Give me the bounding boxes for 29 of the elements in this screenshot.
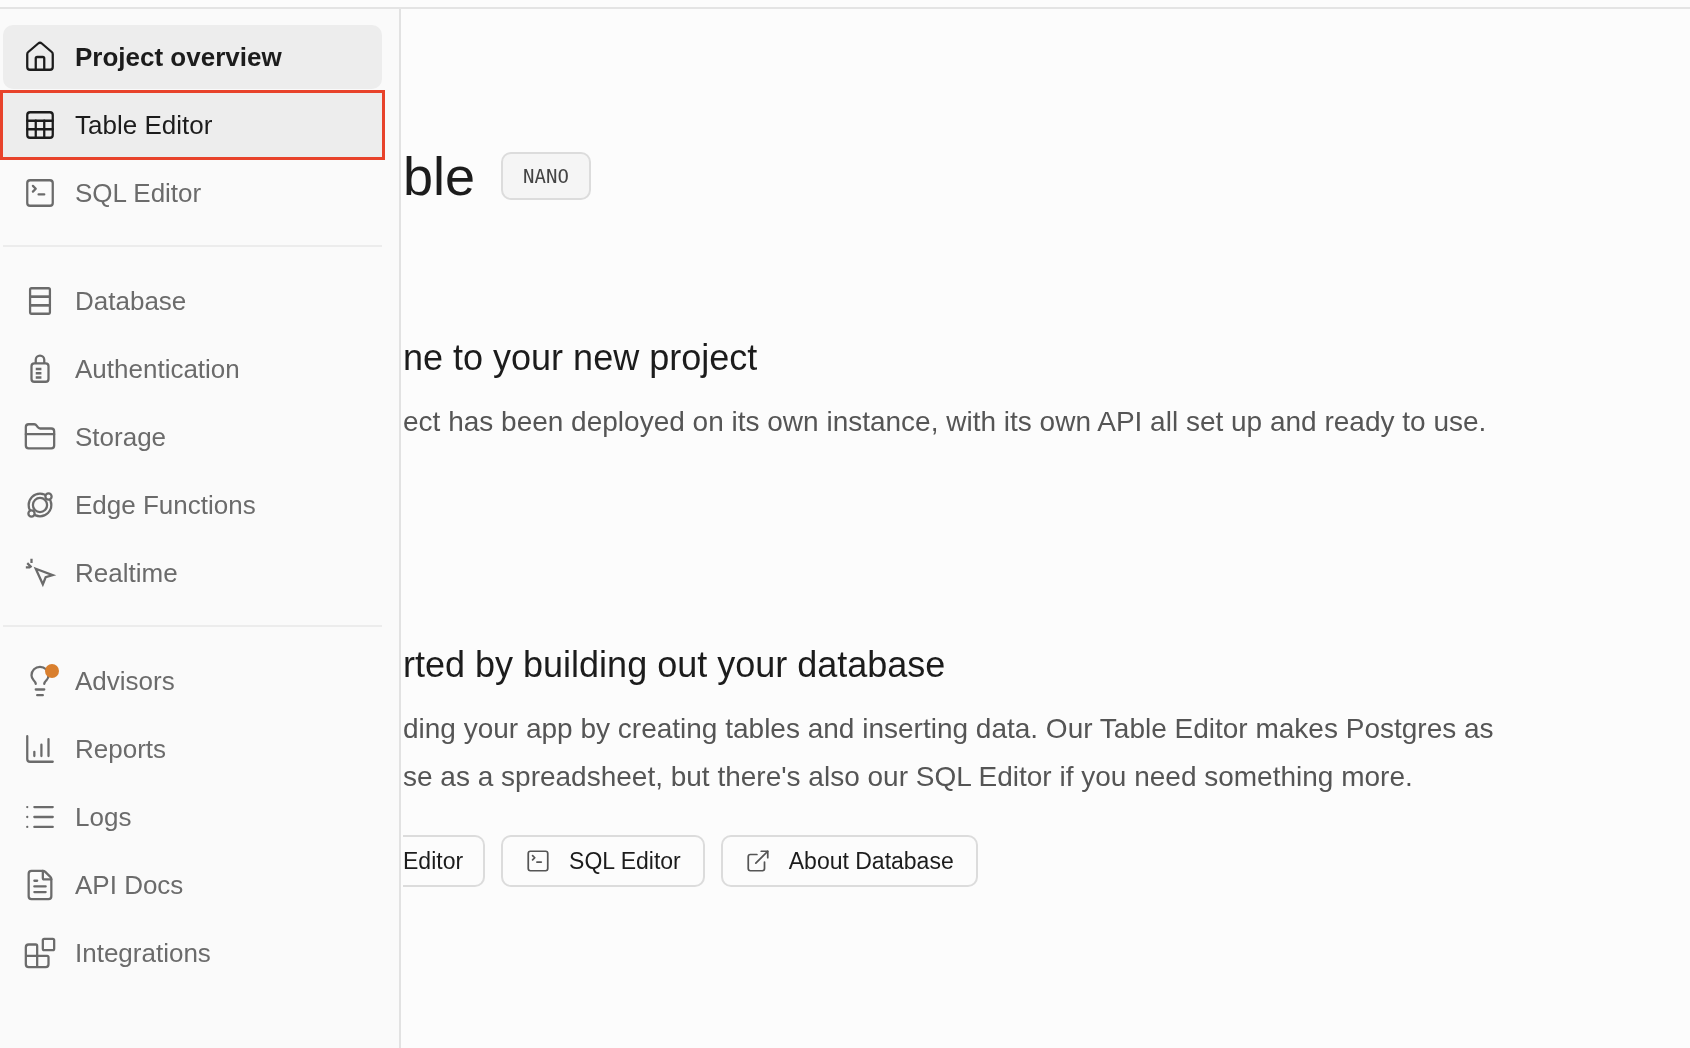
chart-icon — [23, 732, 57, 766]
sidebar-item[interactable]: Database — [3, 269, 382, 333]
blocks-icon — [23, 936, 57, 970]
table-icon — [23, 108, 57, 142]
sidebar-item[interactable]: Realtime — [3, 541, 382, 605]
sidebar-item[interactable]: Reports — [3, 717, 382, 781]
sidebar-item[interactable]: Table Editor — [3, 93, 382, 157]
sidebar-item[interactable]: Authentication — [3, 337, 382, 401]
action-button[interactable]: SQL Editor — [501, 835, 705, 887]
sidebar-item[interactable]: Advisors — [3, 649, 382, 713]
sidebar-item[interactable]: SQL Editor — [3, 161, 382, 225]
terminal-icon — [23, 176, 57, 210]
section-heading: ne to your new project — [403, 336, 759, 380]
home-icon — [23, 40, 57, 74]
page-title: ble — [403, 149, 476, 203]
sidebar-item[interactable]: Project overview — [3, 25, 382, 89]
sidebar-item[interactable]: Edge Functions — [3, 473, 382, 537]
action-button[interactable]: About Database — [720, 835, 978, 887]
sidebar-item[interactable]: Storage — [3, 405, 382, 469]
sidebar-item[interactable]: API Docs — [3, 853, 382, 917]
sidebar-item[interactable]: Integrations — [3, 921, 382, 985]
terminal-icon — [525, 848, 552, 874]
external-link-icon — [744, 848, 771, 874]
section-description: ding your app by creating tables and inserting data. Our Table Editor makes Postgres as se as a spreadsheet, but there's also our SQL Editor if you need something more. — [403, 712, 1495, 794]
plan-badge: NANO — [501, 151, 591, 201]
action-button[interactable]: Editor — [403, 835, 486, 887]
section-description: ect has been deployed on its own instance, with its own API all set up and ready to use. — [403, 405, 1488, 439]
sidebar-item[interactable]: Logs — [3, 785, 382, 849]
section-heading: rted by building out your database — [403, 643, 947, 687]
